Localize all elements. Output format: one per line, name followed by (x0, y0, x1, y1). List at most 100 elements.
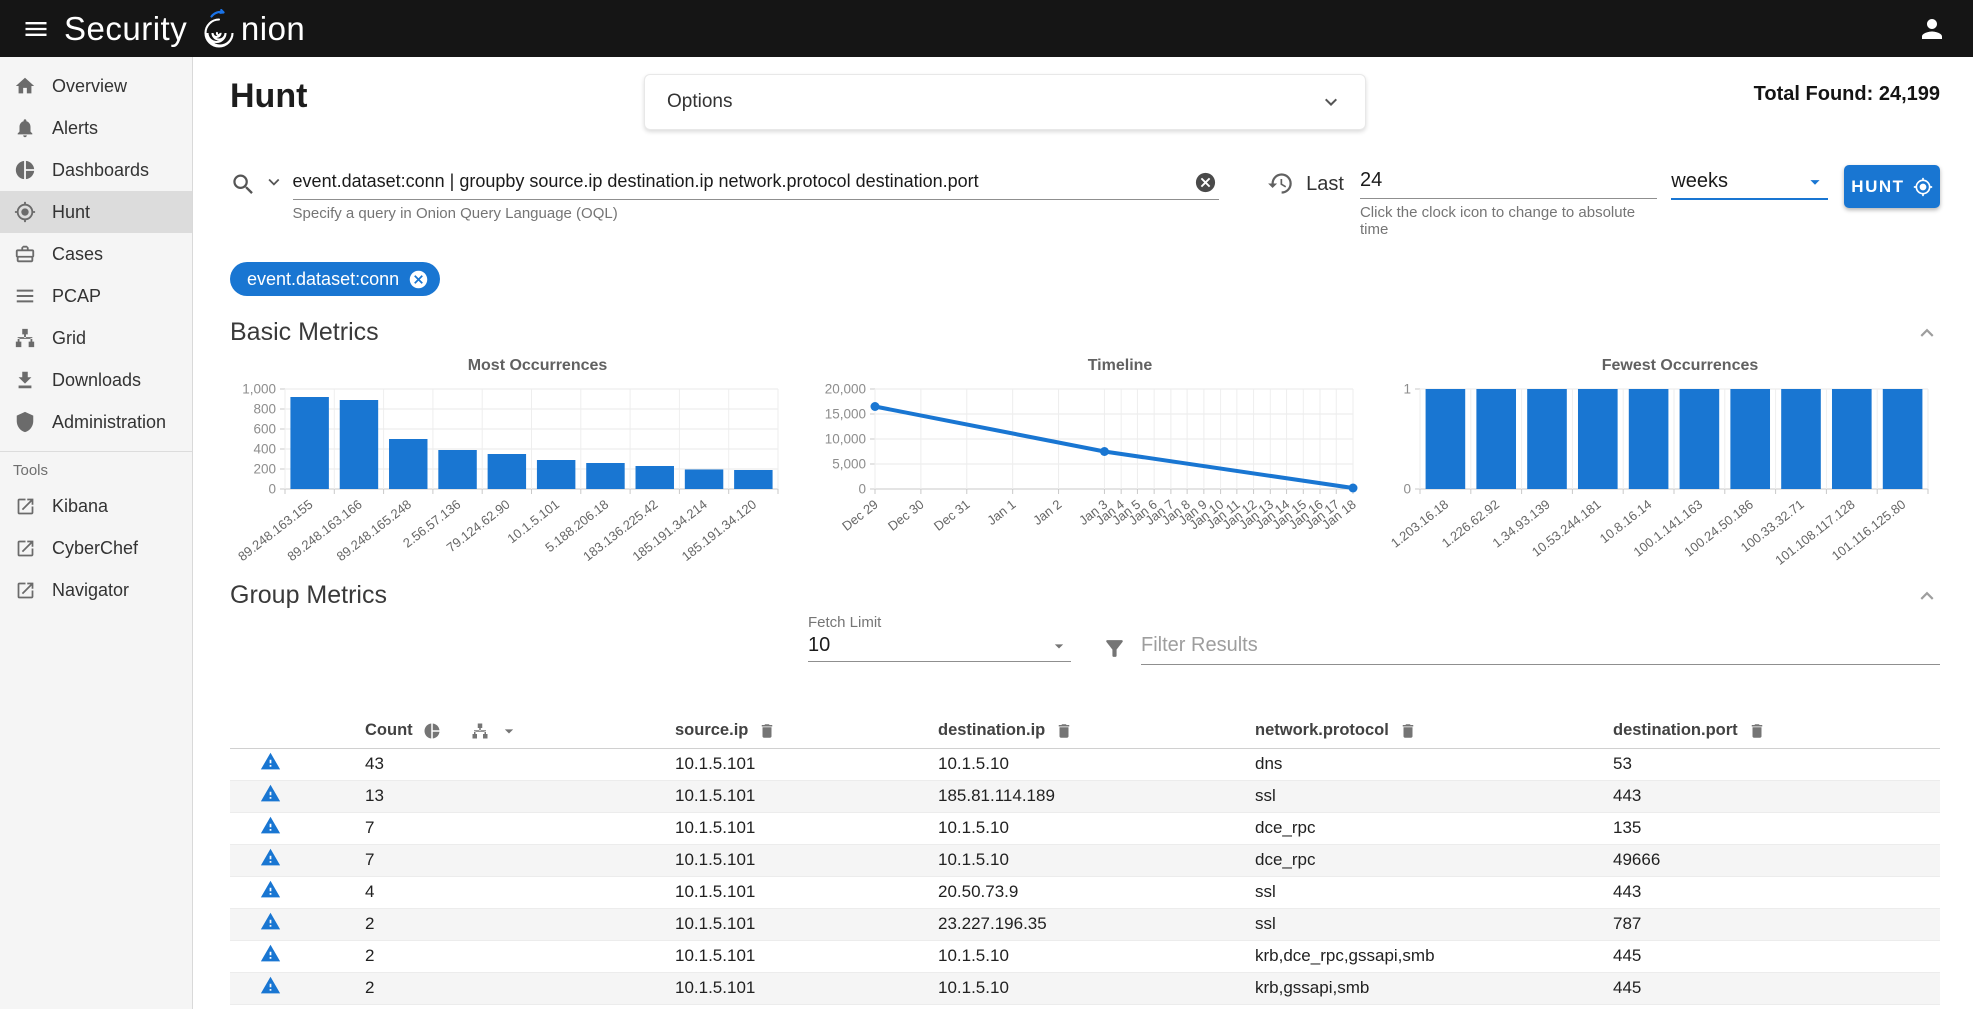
cell-count[interactable]: 7 (352, 844, 662, 876)
row-alert-cell[interactable] (230, 876, 352, 908)
cell-source-ip[interactable]: 10.1.5.101 (662, 748, 925, 780)
cell-source-ip[interactable]: 10.1.5.101 (662, 940, 925, 972)
cell-count[interactable]: 4 (352, 876, 662, 908)
group-metrics-collapse-icon[interactable] (1914, 583, 1940, 609)
cell-destination-port[interactable]: 445 (1600, 972, 1940, 1004)
row-alert-cell[interactable] (230, 812, 352, 844)
chip-remove-icon[interactable] (408, 269, 429, 290)
clear-query-icon[interactable] (1194, 171, 1217, 197)
bar-100-1-141-163[interactable] (1680, 389, 1720, 489)
sidebar-tool-cyberchef[interactable]: CyberChef (0, 527, 192, 569)
bar-79-124-62-90[interactable] (488, 454, 526, 489)
menu-icon[interactable] (16, 9, 56, 49)
filter-chip[interactable]: event.dataset:conn (230, 262, 440, 296)
cell-network-protocol[interactable]: ssl (1242, 780, 1600, 812)
cell-source-ip[interactable]: 10.1.5.101 (662, 876, 925, 908)
basic-metrics-collapse-icon[interactable] (1914, 320, 1940, 346)
cell-destination-port[interactable]: 49666 (1600, 844, 1940, 876)
sidebar-item-grid[interactable]: Grid (0, 317, 192, 359)
fetch-limit-select[interactable]: 10 (808, 631, 1071, 662)
bar-5-188-206-18[interactable] (586, 463, 624, 489)
bar-10-1-5-101[interactable] (537, 460, 575, 489)
cell-destination-ip[interactable]: 10.1.5.10 (925, 940, 1242, 972)
sidebar-item-dashboards[interactable]: Dashboards (0, 149, 192, 191)
pie-chart-button[interactable] (423, 722, 441, 740)
bar-89-248-163-166[interactable] (340, 400, 378, 489)
bar-10-53-244-181[interactable] (1578, 389, 1618, 489)
trash-button[interactable] (1748, 722, 1766, 740)
row-alert-cell[interactable] (230, 940, 352, 972)
point-jan-18[interactable] (1349, 484, 1358, 493)
cell-source-ip[interactable]: 10.1.5.101 (662, 844, 925, 876)
cell-network-protocol[interactable]: dce_rpc (1242, 812, 1600, 844)
sidebar-item-administration[interactable]: Administration (0, 401, 192, 443)
bar-185-191-34-120[interactable] (734, 470, 772, 489)
bar-1-226-62-92[interactable] (1476, 389, 1516, 489)
cell-destination-ip[interactable]: 20.50.73.9 (925, 876, 1242, 908)
col-header-source-ip[interactable]: source.ip (662, 714, 925, 748)
cell-count[interactable]: 2 (352, 972, 662, 1004)
cell-destination-ip[interactable]: 10.1.5.10 (925, 844, 1242, 876)
bar-1-203-16-18[interactable] (1426, 389, 1466, 489)
sidebar-item-cases[interactable]: Cases (0, 233, 192, 275)
cell-destination-port[interactable]: 787 (1600, 908, 1940, 940)
bar-2-56-57-136[interactable] (438, 450, 476, 489)
hunt-button[interactable]: HUNT (1844, 165, 1940, 208)
cell-network-protocol[interactable]: ssl (1242, 876, 1600, 908)
time-units-select[interactable]: weeks (1671, 165, 1828, 200)
col-header-network-protocol[interactable]: network.protocol (1242, 714, 1600, 748)
cell-network-protocol[interactable]: ssl (1242, 908, 1600, 940)
cell-destination-ip[interactable]: 185.81.114.189 (925, 780, 1242, 812)
sidebar-item-hunt[interactable]: Hunt (0, 191, 192, 233)
cell-source-ip[interactable]: 10.1.5.101 (662, 908, 925, 940)
cell-network-protocol[interactable]: dce_rpc (1242, 844, 1600, 876)
trash-button[interactable] (758, 722, 776, 740)
time-duration-input[interactable] (1360, 165, 1657, 199)
cell-destination-ip[interactable]: 10.1.5.10 (925, 812, 1242, 844)
row-alert-cell[interactable] (230, 748, 352, 780)
sidebar-item-pcap[interactable]: PCAP (0, 275, 192, 317)
cell-source-ip[interactable]: 10.1.5.101 (662, 780, 925, 812)
network-graph-button[interactable] (471, 722, 489, 740)
cell-network-protocol[interactable]: krb,gssapi,smb (1242, 972, 1600, 1004)
cell-destination-ip[interactable]: 10.1.5.10 (925, 972, 1242, 1004)
sidebar-tool-navigator[interactable]: Navigator (0, 569, 192, 611)
col-header-destination-ip[interactable]: destination.ip (925, 714, 1242, 748)
filter-results-input[interactable] (1141, 632, 1940, 665)
cell-destination-port[interactable]: 445 (1600, 940, 1940, 972)
sidebar-tool-kibana[interactable]: Kibana (0, 485, 192, 527)
trash-button[interactable] (1399, 722, 1417, 740)
bar-100-33-32-71[interactable] (1781, 389, 1821, 489)
bar-185-191-34-214[interactable] (685, 470, 723, 490)
query-input[interactable] (293, 165, 1220, 200)
point-jan-3[interactable] (1100, 447, 1109, 456)
point-dec-29[interactable] (871, 402, 880, 411)
sidebar-item-downloads[interactable]: Downloads (0, 359, 192, 401)
bar-89-248-165-248[interactable] (389, 439, 427, 489)
row-alert-cell[interactable] (230, 844, 352, 876)
clock-history-icon[interactable] (1267, 170, 1294, 200)
query-history-chevron-icon[interactable] (263, 171, 285, 193)
bar-100-24-50-186[interactable] (1730, 389, 1770, 489)
row-alert-cell[interactable] (230, 780, 352, 812)
cell-destination-port[interactable]: 53 (1600, 748, 1940, 780)
cell-destination-port[interactable]: 443 (1600, 780, 1940, 812)
user-icon[interactable] (1917, 14, 1947, 44)
col-header-destination-port[interactable]: destination.port (1600, 714, 1940, 748)
options-panel[interactable]: Options (644, 74, 1366, 130)
cell-destination-ip[interactable]: 23.227.196.35 (925, 908, 1242, 940)
bar-183-136-225-42[interactable] (636, 466, 674, 489)
bar-10-8-16-14[interactable] (1629, 389, 1669, 489)
cell-count[interactable]: 2 (352, 940, 662, 972)
cell-source-ip[interactable]: 10.1.5.101 (662, 972, 925, 1004)
sidebar-item-alerts[interactable]: Alerts (0, 107, 192, 149)
cell-count[interactable]: 43 (352, 748, 662, 780)
bar-101-116-125-80[interactable] (1883, 389, 1923, 489)
sidebar-item-overview[interactable]: Overview (0, 65, 192, 107)
row-alert-cell[interactable] (230, 908, 352, 940)
cell-destination-port[interactable]: 135 (1600, 812, 1940, 844)
bar-101-108-117-128[interactable] (1832, 389, 1872, 489)
bar-1-34-93-139[interactable] (1527, 389, 1567, 489)
cell-count[interactable]: 2 (352, 908, 662, 940)
cell-count[interactable]: 7 (352, 812, 662, 844)
